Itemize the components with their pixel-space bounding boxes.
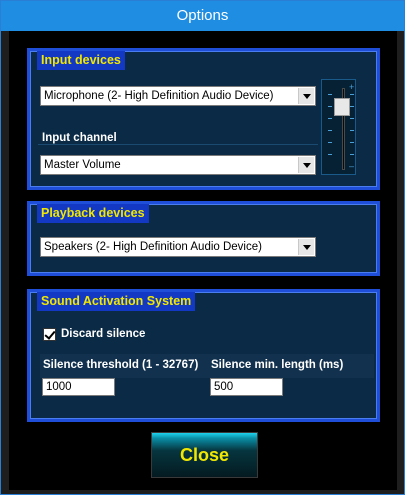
tick-mark bbox=[328, 142, 332, 143]
input-devices-title: Input devices bbox=[37, 51, 125, 70]
options-content: Input devices Microphone (2- High Defini… bbox=[9, 31, 397, 490]
tick-mark bbox=[350, 118, 354, 119]
close-button[interactable]: Close bbox=[151, 432, 258, 478]
input-channel-select[interactable]: Master Volume bbox=[40, 155, 316, 175]
options-window: Options Input devices Microphone (2- Hig… bbox=[0, 0, 405, 495]
tick-mark bbox=[328, 106, 332, 107]
input-volume-slider[interactable]: + – bbox=[321, 79, 356, 175]
divider bbox=[38, 144, 318, 145]
input-device-select[interactable]: Microphone (2- High Definition Audio Dev… bbox=[40, 86, 316, 106]
tick-mark bbox=[328, 94, 332, 95]
silence-min-length-label: Silence min. length (ms) bbox=[211, 359, 344, 371]
minus-icon: – bbox=[349, 161, 355, 171]
input-channel-value: Master Volume bbox=[44, 159, 121, 171]
tick-mark bbox=[350, 154, 354, 155]
tick-mark bbox=[350, 130, 354, 131]
tick-mark bbox=[350, 94, 354, 95]
silence-min-length-input[interactable]: 500 bbox=[210, 378, 283, 396]
window-title: Options bbox=[1, 1, 404, 31]
playback-device-value: Speakers (2- High Definition Audio Devic… bbox=[44, 241, 262, 253]
tick-mark bbox=[328, 130, 332, 131]
discard-silence-label: Discard silence bbox=[61, 328, 146, 340]
discard-silence-checkbox[interactable] bbox=[43, 328, 56, 341]
tick-mark bbox=[350, 106, 354, 107]
sound-activation-group: Sound Activation System Discard silence … bbox=[27, 289, 380, 422]
silence-threshold-label: Silence threshold (1 - 32767) bbox=[43, 359, 199, 371]
playback-device-select[interactable]: Speakers (2- High Definition Audio Devic… bbox=[40, 237, 316, 257]
chevron-down-icon[interactable] bbox=[298, 157, 314, 173]
sound-activation-title: Sound Activation System bbox=[37, 292, 196, 311]
slider-thumb[interactable] bbox=[334, 97, 350, 116]
plus-icon: + bbox=[349, 82, 355, 92]
chevron-down-icon[interactable] bbox=[298, 88, 314, 104]
input-channel-label: Input channel bbox=[42, 132, 117, 144]
input-device-value: Microphone (2- High Definition Audio Dev… bbox=[44, 90, 274, 102]
tick-mark bbox=[350, 142, 354, 143]
playback-devices-group: Playback devices Speakers (2- High Defin… bbox=[27, 201, 380, 276]
tick-mark bbox=[328, 118, 332, 119]
playback-devices-title: Playback devices bbox=[37, 204, 149, 223]
silence-threshold-input[interactable]: 1000 bbox=[42, 378, 115, 396]
chevron-down-icon[interactable] bbox=[298, 239, 314, 255]
tick-mark bbox=[328, 154, 332, 155]
